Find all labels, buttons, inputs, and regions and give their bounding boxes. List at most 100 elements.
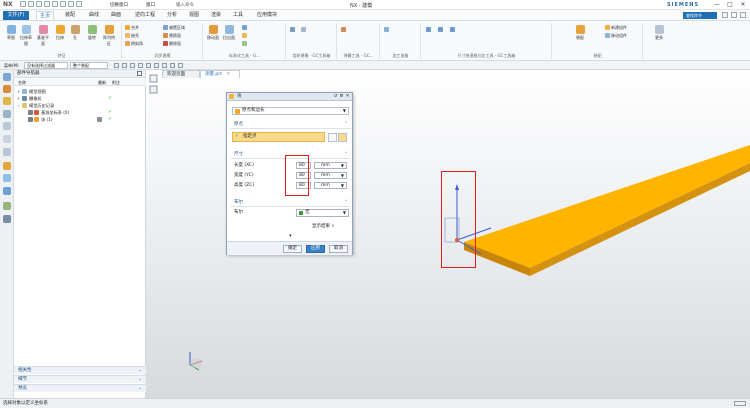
ribbon-collapse-icon[interactable] [740, 12, 746, 18]
apply-button[interactable]: 应用 [306, 245, 325, 253]
point-snap-dropdown[interactable] [338, 133, 347, 142]
tab-reverse-engineering[interactable]: 逆向工程 [132, 11, 158, 20]
tab-assembly[interactable]: 装配 [62, 11, 78, 20]
show-result-button[interactable]: 显示结果 ⌕ [312, 224, 334, 230]
dimension-tool-2-button[interactable] [438, 27, 444, 33]
tab-welcome-page[interactable]: 欢迎页面 [162, 70, 200, 78]
type-select[interactable]: 原点和边长 ▼ [232, 107, 349, 115]
reuse-library-icon[interactable] [3, 110, 11, 118]
reset-icon[interactable]: ↺ [333, 94, 338, 99]
minimize-button[interactable]: — [713, 1, 721, 8]
part-navigator-icon[interactable] [3, 85, 11, 93]
switch-window-button[interactable]: 切换窗口 [110, 2, 128, 8]
tab-applications[interactable]: 应用模块 [254, 11, 280, 20]
paste-icon[interactable] [60, 1, 66, 7]
move-face-button[interactable]: 移动面 [206, 25, 220, 41]
section-preview[interactable]: 预览 ⌄ [14, 384, 146, 392]
close-tab-icon[interactable]: ✕ [226, 72, 230, 77]
snap-5-icon[interactable] [146, 63, 151, 68]
expand-more-icon[interactable]: ▾ [289, 233, 292, 239]
assembly-button[interactable]: 装配 [573, 25, 587, 41]
main-menu-button[interactable]: 菜单(M) [2, 62, 21, 69]
close-icon[interactable]: ✕ [345, 94, 350, 99]
extrude-button[interactable]: 拉伸 [53, 25, 67, 41]
snap-6-icon[interactable] [154, 63, 159, 68]
save-icon[interactable] [20, 1, 26, 7]
section-boolean[interactable]: 布尔 ⌃ [230, 199, 351, 207]
column-comment[interactable]: 附注 [112, 79, 120, 86]
selection-scope-select[interactable]: 整个装配 [70, 62, 108, 69]
sketch-button[interactable]: 草图 [4, 25, 18, 41]
tree-row-block[interactable]: 块 (1) ✓ [14, 116, 146, 123]
help-icon[interactable] [722, 12, 728, 18]
dimension-tool-3-button[interactable] [450, 27, 456, 33]
snap-3-icon[interactable] [130, 63, 135, 68]
visibility-icon[interactable] [28, 117, 33, 122]
assembly-navigator-icon[interactable] [3, 73, 11, 81]
tree-row-model-history[interactable]: − 模型历史记录 [14, 102, 146, 109]
file-menu[interactable]: 文件(F) [3, 11, 29, 20]
tab-analysis[interactable]: 分析 [164, 11, 180, 20]
revolve-button[interactable]: 旋转 [85, 25, 99, 41]
tab-home[interactable]: 主页 [36, 11, 55, 20]
settings-icon[interactable] [731, 12, 737, 18]
spring-tool-button[interactable] [341, 27, 347, 33]
tool-a-button[interactable] [242, 25, 248, 31]
width-unit-select[interactable]: mm ▼ [314, 172, 347, 179]
more-button[interactable]: 更多 [652, 25, 666, 41]
column-up-to-date[interactable]: 最新 [98, 79, 106, 86]
tab-tools[interactable]: 工具 [230, 11, 246, 20]
section-dependencies[interactable]: 相关性 ⌄ [14, 366, 146, 374]
settings-icon[interactable]: ⚙ [339, 94, 344, 99]
gear-tool-button[interactable] [290, 27, 296, 33]
gear-tool-2-button[interactable] [301, 27, 307, 33]
constraint-navigator-icon[interactable] [3, 97, 11, 105]
machining-prep-button[interactable] [384, 27, 390, 33]
palette-icon[interactable] [3, 187, 11, 195]
boolean-select[interactable]: 无 ▼ [296, 209, 349, 217]
tab-measure-prt[interactable]: 测量.prt ✕ [200, 70, 240, 78]
dialog-title-bar[interactable]: 块 ↺ ⚙ ✕ [227, 93, 352, 101]
tab-render[interactable]: 渲染 [208, 11, 224, 20]
maximize-button[interactable]: □ [726, 1, 734, 8]
copy-icon[interactable] [52, 1, 58, 7]
pattern-feature-button[interactable]: 阵列特征 [102, 25, 116, 47]
visibility-icon[interactable] [28, 110, 33, 115]
collapse-icon[interactable]: − [17, 102, 20, 109]
system-materials-icon[interactable] [3, 174, 11, 182]
history-icon[interactable] [3, 122, 11, 130]
web-browser-icon[interactable] [3, 135, 11, 143]
shell-button[interactable]: 抽壳 [125, 33, 139, 39]
specify-point-row[interactable]: ✓ 指定点 [232, 132, 325, 142]
pull-face-button[interactable]: 拉出面 [222, 25, 236, 41]
tree-row-model-views[interactable]: + 模型视图 [14, 88, 146, 95]
snap-8-icon[interactable] [170, 63, 175, 68]
type-filter-select[interactable]: 没有选择过滤器 [24, 62, 68, 69]
cut-icon[interactable] [44, 1, 50, 7]
window-menu[interactable]: 窗口 [146, 2, 155, 8]
tree-row-cameras[interactable]: + 摄像机 ✓ [14, 95, 146, 102]
length-unit-select[interactable]: mm ▼ [314, 162, 347, 169]
extrude-sketch-button[interactable]: 拉伸草图 [19, 25, 33, 47]
tab-surface[interactable]: 曲面 [108, 11, 124, 20]
tree-row-datum-csys[interactable]: 基准坐标系 (0) ✓ [14, 109, 146, 116]
command-finder-input[interactable]: 输入命令 [176, 2, 194, 8]
tab-view[interactable]: 视图 [186, 11, 202, 20]
chamfer-button[interactable]: 倒斜角 [125, 41, 143, 47]
point-dialog-button[interactable] [328, 133, 337, 142]
snap-4-icon[interactable] [138, 63, 143, 68]
new-component-button[interactable]: 新建组件 [605, 25, 627, 31]
tool-b-button[interactable] [242, 33, 248, 39]
ok-button[interactable]: 确定 [283, 245, 302, 253]
column-name[interactable]: 名称 [18, 79, 26, 86]
section-origin[interactable]: 原点 ⌃ [230, 121, 351, 129]
cancel-button[interactable]: 取消 [329, 245, 348, 253]
expand-icon[interactable]: + [17, 88, 20, 95]
snap-2-icon[interactable] [122, 63, 127, 68]
snap-9-icon[interactable] [178, 63, 183, 68]
roles-icon[interactable] [3, 162, 11, 170]
move-component-button[interactable]: 移动组件 [605, 33, 627, 39]
task-icon[interactable] [3, 202, 11, 210]
process-studio-icon[interactable] [3, 148, 11, 156]
datum-plane-button[interactable]: 基准平面 [36, 25, 50, 47]
